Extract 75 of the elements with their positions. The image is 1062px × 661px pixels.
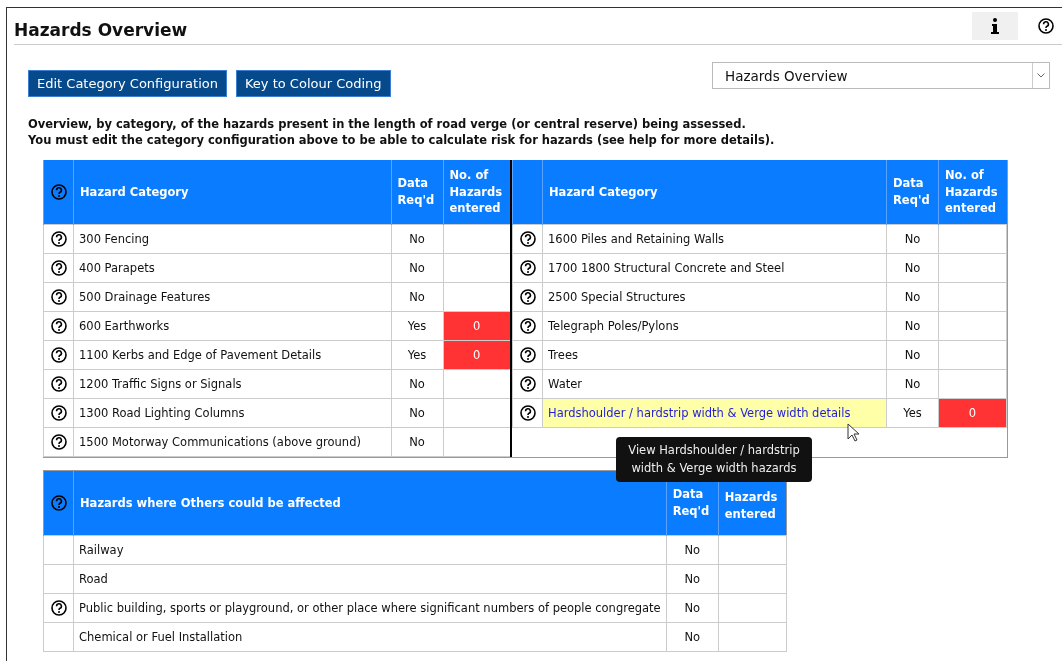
table-cell: Telegraph Poles/Pylons — [542, 311, 887, 341]
table-cell: No — [391, 282, 443, 312]
column-header: Hazard Category — [73, 160, 391, 225]
table-cell: No — [666, 593, 719, 623]
table-cell: No — [391, 427, 443, 457]
help-icon[interactable] — [50, 260, 67, 276]
help-icon — [1038, 18, 1054, 34]
table-cell: 1100 Kerbs and Edge of Pavement Details — [73, 340, 391, 370]
table-cell: Yes — [886, 398, 939, 428]
table-cell: Chemical or Fuel Installation — [73, 622, 667, 652]
help-icon[interactable] — [50, 231, 67, 247]
table-cell: No — [886, 340, 939, 370]
table-cell: No — [666, 564, 719, 594]
count-cell: 0 — [443, 340, 511, 370]
table-cell: 1500 Motorway Communications (above ground) — [73, 427, 391, 457]
table-cell: 1700 1800 Structural Concrete and Steel — [542, 253, 887, 283]
help-icon[interactable] — [519, 231, 536, 247]
table-cell: 1300 Road Lighting Columns — [73, 398, 391, 428]
info-icon — [991, 18, 999, 34]
table-cell: 500 Drainage Features — [73, 282, 391, 312]
table-cell: Railway — [73, 535, 667, 565]
help-icon[interactable] — [519, 376, 536, 392]
table-cell: Yes — [391, 311, 443, 341]
count-cell: 0 — [938, 398, 1007, 428]
pointer-cursor-icon — [847, 423, 860, 442]
help-icon[interactable] — [519, 318, 536, 334]
help-icon[interactable] — [519, 405, 536, 421]
table-cell: No — [666, 622, 719, 652]
table-cell: No — [391, 369, 443, 399]
table-cell: Water — [542, 369, 887, 399]
table-cell: No — [886, 282, 939, 312]
help-icon[interactable] — [50, 434, 67, 450]
table-cell: No — [886, 253, 939, 283]
column-header: Data Req'd — [391, 160, 443, 225]
table-cell: No — [391, 253, 443, 283]
help-icon[interactable] — [50, 318, 67, 334]
help-icon[interactable] — [50, 600, 67, 616]
table-cell: 1200 Traffic Signs or Signals — [73, 369, 391, 399]
help-icon[interactable] — [50, 289, 67, 305]
table-cell: No — [886, 311, 939, 341]
intro-text: You must edit the category configuration above to be able to calculate risk for hazards (see help for more details). — [28, 133, 776, 147]
page-title: Hazards Overview — [14, 20, 188, 40]
help-icon[interactable] — [519, 260, 536, 276]
table-cell: No — [391, 398, 443, 428]
table-cell: Public building, sports or playground, or other place where significant numbers of people congregate — [73, 593, 667, 623]
table-cell: Trees — [542, 340, 887, 370]
table-cell: 2500 Special Structures — [542, 282, 887, 312]
table-cell: No — [391, 224, 443, 254]
category-link[interactable]: Hardshoulder / hardstrip width & Verge width details — [542, 398, 887, 428]
column-header: No. of Hazards entered — [443, 160, 511, 225]
table-cell: 400 Parapets — [73, 253, 391, 283]
help-icon[interactable] — [519, 289, 536, 305]
table-cell: 1600 Piles and Retaining Walls — [542, 224, 887, 254]
info-button[interactable] — [972, 12, 1018, 40]
table-cell: No — [886, 369, 939, 399]
table-cell: No — [666, 535, 719, 565]
tooltip: View Hardshoulder / hardstrip width & Verge width hazards — [616, 437, 812, 482]
column-header: No. of Hazards entered — [938, 160, 1007, 225]
column-header: Data Req'd — [886, 160, 939, 225]
table-cell: No — [886, 224, 939, 254]
help-icon[interactable] — [50, 376, 67, 392]
help-icon[interactable] — [519, 347, 536, 363]
table-cell: Road — [73, 564, 667, 594]
help-icon[interactable] — [50, 405, 67, 421]
intro-text: Overview, by category, of the hazards present in the length of road verge (or central reserve) being assessed. — [28, 117, 747, 131]
column-header: Hazard Category — [542, 160, 887, 225]
count-cell: 0 — [443, 311, 511, 341]
action-button[interactable]: Edit Category Configuration — [28, 70, 227, 97]
table-cell: Yes — [391, 340, 443, 370]
view-dropdown[interactable]: Hazards Overview — [712, 62, 1050, 89]
table-cell: 300 Fencing — [73, 224, 391, 254]
action-button[interactable]: Key to Colour Coding — [236, 70, 391, 97]
table-cell: 600 Earthworks — [73, 311, 391, 341]
help-icon[interactable] — [50, 347, 67, 363]
caret-icon — [1037, 73, 1045, 78]
